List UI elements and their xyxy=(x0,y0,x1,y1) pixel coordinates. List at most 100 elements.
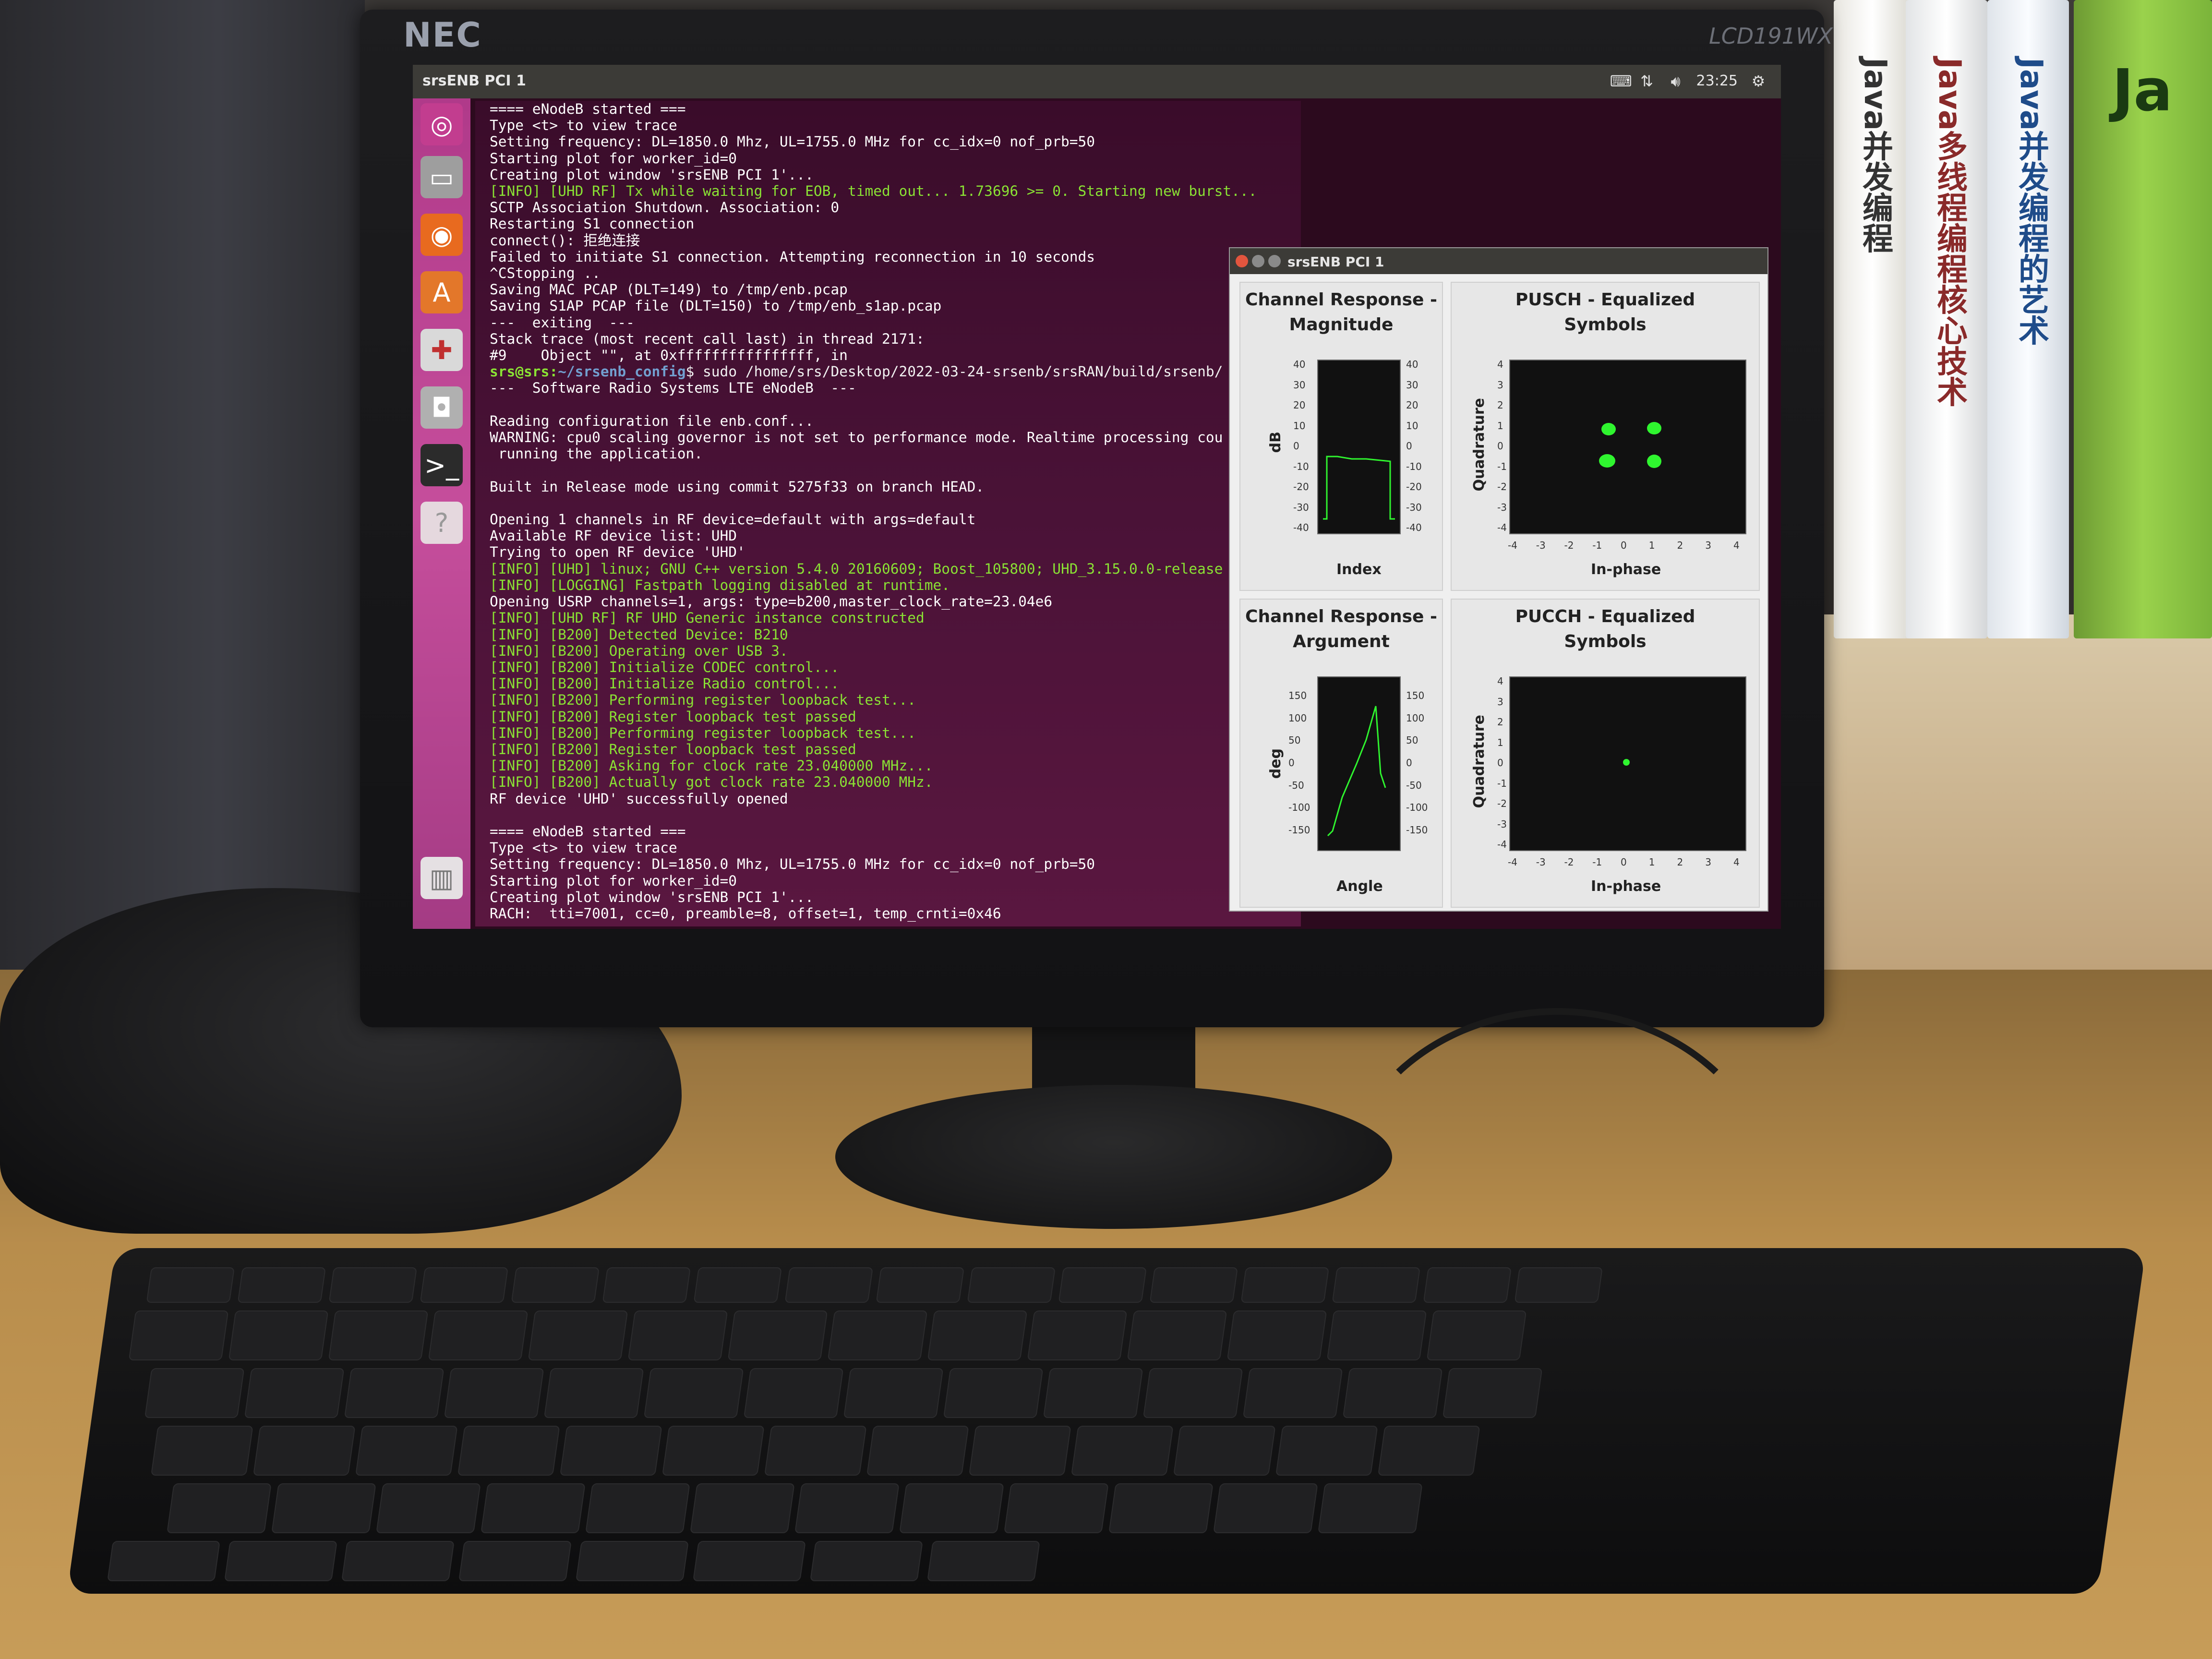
keyboard-icon[interactable]: ⌨ xyxy=(1610,73,1632,89)
help-icon[interactable]: ? xyxy=(421,502,463,544)
keyboard-key xyxy=(1213,1483,1318,1533)
keyboard-key xyxy=(876,1267,964,1303)
x-tick-label: -3 xyxy=(1536,540,1546,551)
window-title: srsENB PCI 1 xyxy=(422,72,526,89)
y-tick-label: 4 xyxy=(1497,359,1503,370)
constellation-cluster xyxy=(1647,455,1661,468)
keyboard-key xyxy=(1514,1267,1603,1303)
trash-icon[interactable]: ▥ xyxy=(421,857,463,899)
terminal-line: [INFO] [B200] Initialize Radio control..… xyxy=(490,675,840,692)
terminal-line: [INFO] [B200] Performing register loopba… xyxy=(490,692,916,709)
camera-icon[interactable]: ◘ xyxy=(421,386,463,429)
close-icon[interactable] xyxy=(1236,255,1248,267)
argument-panel: Channel Response - Argument deg Angle 15… xyxy=(1239,599,1443,908)
keyboard-key xyxy=(341,1541,455,1581)
x-tick-label: -2 xyxy=(1564,540,1574,551)
terminal-line: Opening USRP channels=1, args: type=b200… xyxy=(490,593,1053,610)
y-tick-label: 0 xyxy=(1406,440,1412,452)
terminal-line: Creating plot window 'srsENB PCI 1'... xyxy=(490,166,814,183)
x-tick-label: 1 xyxy=(1648,540,1655,551)
y-tick-label: 4 xyxy=(1497,675,1503,687)
keyboard-key xyxy=(927,1541,1040,1581)
keyboard-key xyxy=(784,1267,873,1303)
argument-trace xyxy=(1327,706,1386,837)
files-icon[interactable]: ▭ xyxy=(421,156,463,198)
terminal-line: Starting plot for worker_id=0 xyxy=(490,150,737,167)
plot-window-titlebar: srsENB PCI 1 xyxy=(1230,248,1767,274)
bookshelf xyxy=(1815,614,2212,970)
x-tick-label: -4 xyxy=(1508,856,1517,868)
terminal-line: Setting frequency: DL=1850.0 Mhz, UL=175… xyxy=(490,133,1095,150)
terminal-icon[interactable]: >_ xyxy=(421,444,463,486)
keyboard-key xyxy=(1326,1310,1427,1360)
x-axis-label: Index xyxy=(1336,561,1382,578)
y-tick-label: 1 xyxy=(1497,420,1503,432)
keyboard-key xyxy=(1043,1368,1143,1418)
keyboard-key xyxy=(237,1267,326,1303)
keyboard-key xyxy=(328,1310,429,1360)
keyboard-key xyxy=(244,1368,345,1418)
x-axis-label: Angle xyxy=(1336,878,1383,895)
keyboard-key xyxy=(376,1483,481,1533)
photo-scene: Java并发编程 Java多线程编程核心技术 Java并发编程的艺术 Ja NE… xyxy=(0,0,2212,1659)
keyboard-key xyxy=(1004,1483,1109,1533)
volume-icon[interactable]: 🔊︎ xyxy=(1668,73,1684,89)
terminal-line: RF device 'UHD' successfully opened xyxy=(490,790,788,807)
settings-icon[interactable]: ✚ xyxy=(421,329,463,371)
constellation-cluster xyxy=(1601,423,1616,435)
network-icon[interactable]: ⇅ xyxy=(1639,73,1655,89)
terminal-line: Built in Release mode using commit 5275f… xyxy=(490,478,985,495)
maximize-icon[interactable] xyxy=(1268,255,1281,267)
y-tick-label: -40 xyxy=(1406,522,1422,533)
y-tick-label: 2 xyxy=(1497,716,1503,728)
y-tick-label: -50 xyxy=(1406,779,1422,791)
keyboard-key xyxy=(543,1368,644,1418)
y-tick-label: 0 xyxy=(1497,440,1503,452)
keyboard-key xyxy=(1226,1310,1327,1360)
terminal-line: [INFO] [B200] Actually got clock rate 23… xyxy=(490,774,933,791)
keyboard-key xyxy=(228,1310,329,1360)
y-axis-label: deg xyxy=(1267,748,1284,779)
terminal-line: Failed to initiate S1 connection. Attemp… xyxy=(490,248,1095,265)
book-title: Java并发编程的艺术 xyxy=(2013,58,2049,346)
keyboard-key xyxy=(1108,1483,1214,1533)
keyboard-key xyxy=(810,1541,923,1581)
y-axis-label: dB xyxy=(1267,432,1284,453)
panel-title: Channel Response - xyxy=(1245,290,1437,310)
monitor-model: LCD191WX xyxy=(1709,23,1833,49)
terminal-line: Saving S1AP PCAP file (DLT=150) to /tmp/… xyxy=(490,298,942,314)
clock[interactable]: 23:25 xyxy=(1696,72,1738,89)
keyboard-key xyxy=(1318,1483,1423,1533)
minimize-icon[interactable] xyxy=(1252,255,1264,267)
keyboard-key xyxy=(458,1541,572,1581)
y-tick-label: 0 xyxy=(1406,757,1412,769)
terminal-line: [INFO] [B200] Performing register loopba… xyxy=(490,724,916,741)
x-tick-label: 0 xyxy=(1621,856,1627,868)
keyboard-key xyxy=(1142,1368,1243,1418)
y-tick-label: 20 xyxy=(1406,399,1419,411)
ubuntu-dash-icon[interactable]: ◎ xyxy=(421,103,463,145)
plot-window-title: srsENB PCI 1 xyxy=(1287,254,1384,270)
y-tick-label: -3 xyxy=(1497,501,1507,513)
y-tick-label: -20 xyxy=(1293,481,1309,493)
terminal-window[interactable]: ==== eNodeB started === Type <t> to view … xyxy=(475,101,1301,926)
x-tick-label: -3 xyxy=(1536,856,1546,868)
book-row: Java并发编程 Java多线程编程核心技术 Java并发编程的艺术 Ja xyxy=(1834,0,2212,638)
software-center-icon[interactable]: A xyxy=(421,271,463,313)
terminal-line: [INFO] [B200] Initialize CODEC control..… xyxy=(490,659,840,675)
terminal-line: running the application. xyxy=(490,445,703,462)
terminal-line: [INFO] [B200] Register loopback test pas… xyxy=(490,708,856,725)
y-tick-label: -4 xyxy=(1497,522,1507,533)
firefox-icon[interactable]: ◉ xyxy=(421,214,463,256)
gear-icon[interactable]: ⚙ xyxy=(1750,73,1767,89)
panel-subtitle: Argument xyxy=(1293,632,1390,651)
keyboard-key xyxy=(690,1483,795,1533)
y-tick-label: -1 xyxy=(1497,460,1507,472)
keyboard-key xyxy=(1377,1426,1480,1476)
book-title: Java并发编程 xyxy=(1857,58,1893,253)
terminal-line: Trying to open RF device 'UHD' xyxy=(490,544,745,561)
plot-window[interactable]: srsENB PCI 1 Channel Response - Magnitud… xyxy=(1229,247,1768,912)
keyboard-key xyxy=(1127,1310,1227,1360)
y-tick-label: -30 xyxy=(1293,501,1309,513)
